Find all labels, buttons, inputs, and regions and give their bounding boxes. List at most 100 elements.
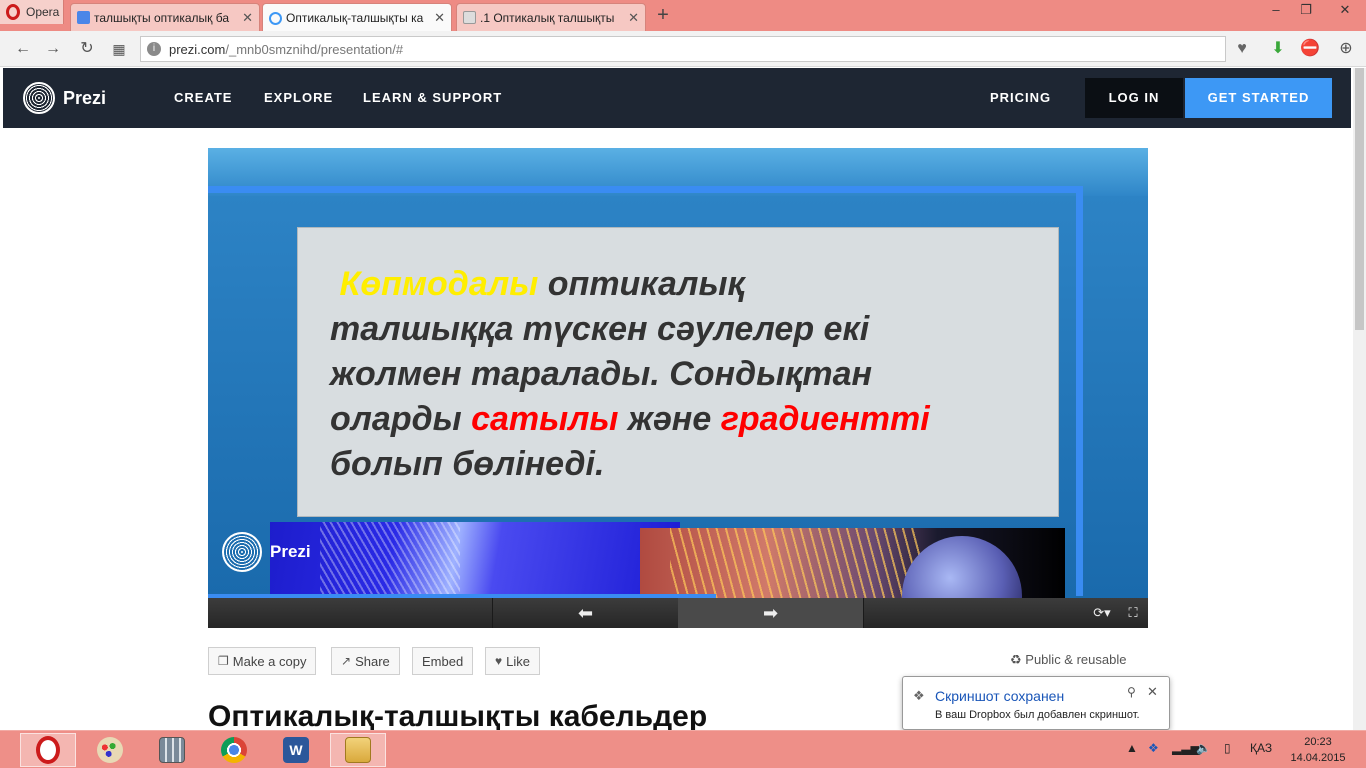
- taskbar-clock[interactable]: 20:23 14.04.2015: [1286, 734, 1350, 766]
- fiber-optic-photo-globe: [640, 528, 1065, 598]
- document-favicon-icon: [463, 11, 476, 24]
- opera-logo-icon: [6, 4, 20, 20]
- next-step-button[interactable]: ➡: [678, 598, 864, 628]
- download-extension-icon[interactable]: ⬇: [1267, 38, 1289, 60]
- embed-label: Embed: [422, 653, 464, 669]
- language-indicator[interactable]: ҚАЗ: [1250, 741, 1272, 755]
- copy-icon: ❐: [218, 654, 229, 668]
- slide-line-2: талшыққа түскен сәулелер екі: [330, 310, 870, 348]
- prezi-logo[interactable]: Prezi: [23, 82, 106, 114]
- heart-icon: ♥: [495, 654, 503, 668]
- autoplay-menu-button[interactable]: ⟳▾: [1088, 598, 1116, 628]
- like-button[interactable]: ♥ Like: [485, 647, 540, 675]
- share-label: Share: [355, 653, 390, 669]
- pin-icon[interactable]: ⚲: [1127, 685, 1136, 699]
- arrow-left-icon: ⬅: [577, 603, 594, 623]
- browser-tab-1[interactable]: талшықты оптикалық ба ✕: [70, 3, 260, 31]
- folder-app-icon: [345, 737, 371, 763]
- slide-line-5: болып бөлінеді.: [330, 445, 605, 483]
- login-button[interactable]: LOG IN: [1085, 78, 1183, 118]
- public-reusable-label: ♻ Public & reusable: [1010, 652, 1126, 668]
- close-notification-icon[interactable]: ✕: [1147, 684, 1158, 700]
- nav-learn-support[interactable]: LEARN & SUPPORT: [363, 90, 502, 105]
- autoplay-icon: ⟳▾: [1093, 605, 1111, 620]
- chrome-app-icon: [221, 737, 247, 763]
- opera-menu-button[interactable]: Opera: [0, 0, 64, 24]
- prezi-site-header: Prezi CREATE EXPLORE LEARN & SUPPORT PRI…: [3, 68, 1351, 128]
- tab-label: Оптикалық-талшықты ка: [286, 11, 424, 25]
- fiber-optic-photo-blue: [270, 522, 680, 598]
- nav-create[interactable]: CREATE: [174, 90, 232, 105]
- slide-text: Көпмодалы оптикалық талшыққа түскен сәул…: [330, 262, 1058, 487]
- site-info-icon[interactable]: i: [147, 42, 161, 56]
- page-scrollbar[interactable]: [1353, 68, 1366, 730]
- page-title: Оптикалық-талшықты кабельдер: [208, 700, 708, 733]
- adblock-extension-icon[interactable]: ⛔: [1299, 38, 1321, 60]
- recycle-icon: ♻: [1010, 652, 1022, 667]
- fullscreen-icon: ⛶: [1128, 605, 1138, 620]
- slide-term-step: сатылы: [471, 400, 619, 438]
- nav-pricing[interactable]: PRICING: [990, 90, 1051, 105]
- calculator-app-icon: [159, 737, 185, 763]
- forward-arrow-icon[interactable]: →: [42, 38, 64, 60]
- url-path: /_mnb0smznihd/presentation/#: [225, 41, 404, 57]
- like-label: Like: [506, 653, 530, 669]
- clock-time: 20:23: [1304, 736, 1332, 748]
- notification-body: В ваш Dropbox был добавлен скриншот.: [935, 709, 1140, 721]
- prezi-logo-icon: [222, 532, 262, 572]
- reload-icon[interactable]: ↻: [76, 38, 98, 60]
- fullscreen-button[interactable]: ⛶: [1120, 598, 1146, 628]
- url-input[interactable]: i prezi.com/_mnb0smznihd/presentation/#: [140, 36, 1226, 62]
- prezi-favicon-icon: [269, 11, 282, 25]
- speed-dial-grid-icon[interactable]: ▦: [108, 38, 130, 60]
- browser-tab-3[interactable]: .1 Оптикалық талшықты ✕: [456, 3, 646, 31]
- windows-taskbar: W ▲ ❖ ▂▃▅ 🔈 ▯ ҚАЗ 20:23 14.04.2015: [0, 730, 1366, 768]
- previous-step-button[interactable]: ⬅: [492, 598, 678, 628]
- slide-text-box: Көпмодалы оптикалық талшыққа түскен сәул…: [297, 227, 1059, 517]
- download-manager-icon[interactable]: ⊕: [1335, 38, 1357, 60]
- viewer-controls: ⬅ ➡ ⟳▾ ⛶: [208, 598, 1148, 628]
- make-copy-button[interactable]: ❐ Make a copy: [208, 647, 317, 675]
- close-tab-icon[interactable]: ✕: [434, 10, 445, 26]
- taskbar-paint[interactable]: [82, 733, 138, 767]
- prezi-logo-text: Prezi: [63, 87, 107, 108]
- opera-menu-label: Opera: [26, 5, 60, 19]
- dropbox-tray-icon[interactable]: ❖: [1148, 741, 1159, 755]
- minimize-window-icon[interactable]: –: [1262, 0, 1290, 20]
- notification-title: Скриншот сохранен: [935, 688, 1065, 704]
- get-started-button[interactable]: GET STARTED: [1185, 78, 1332, 118]
- volume-icon[interactable]: 🔈: [1196, 741, 1211, 755]
- maximize-window-icon[interactable]: ❐: [1292, 0, 1320, 20]
- back-arrow-icon[interactable]: ←: [12, 38, 34, 60]
- taskbar-chrome[interactable]: [206, 733, 262, 767]
- taskbar-word[interactable]: W: [268, 733, 324, 767]
- embed-button[interactable]: Embed: [412, 647, 474, 675]
- slide-term-multimode: Көпмодалы: [339, 265, 539, 303]
- battery-icon[interactable]: ▯: [1224, 741, 1231, 755]
- taskbar-explorer[interactable]: [330, 733, 386, 767]
- browser-tab-2[interactable]: Оптикалық-талшықты ка ✕: [262, 3, 452, 32]
- prezi-logo-icon: [23, 82, 55, 114]
- browser-tab-strip: Opera талшықты оптикалық ба ✕ Оптикалық-…: [0, 0, 1366, 32]
- close-tab-icon[interactable]: ✕: [628, 10, 639, 26]
- tray-expand-icon[interactable]: ▲: [1126, 741, 1138, 755]
- nav-explore[interactable]: EXPLORE: [264, 90, 333, 105]
- viewer-logo-text: Prezi: [270, 542, 311, 561]
- taskbar-opera[interactable]: [20, 733, 76, 767]
- make-copy-label: Make a copy: [232, 653, 307, 669]
- share-button[interactable]: ↗ Share: [331, 647, 400, 675]
- slide-line-1: оптикалық: [538, 265, 745, 303]
- new-tab-button[interactable]: +: [652, 4, 674, 26]
- presentation-viewer[interactable]: Көпмодалы оптикалық талшыққа түскен сәул…: [208, 148, 1148, 598]
- page-scrollbar-thumb[interactable]: [1355, 68, 1364, 330]
- dropbox-notification[interactable]: ❖ Скриншот сохранен В ваш Dropbox был до…: [902, 676, 1170, 730]
- close-tab-icon[interactable]: ✕: [242, 10, 253, 26]
- dropbox-icon: ❖: [913, 688, 925, 703]
- heart-bookmark-icon[interactable]: ♥: [1231, 38, 1253, 60]
- clock-date: 14.04.2015: [1290, 752, 1346, 764]
- tab-label: талшықты оптикалық ба: [94, 10, 230, 25]
- close-window-icon[interactable]: ✕: [1328, 0, 1362, 20]
- taskbar-calculator[interactable]: [144, 733, 200, 767]
- slide-line-4a: оларды: [330, 400, 472, 438]
- viewer-prezi-logo: Prezi: [222, 532, 311, 572]
